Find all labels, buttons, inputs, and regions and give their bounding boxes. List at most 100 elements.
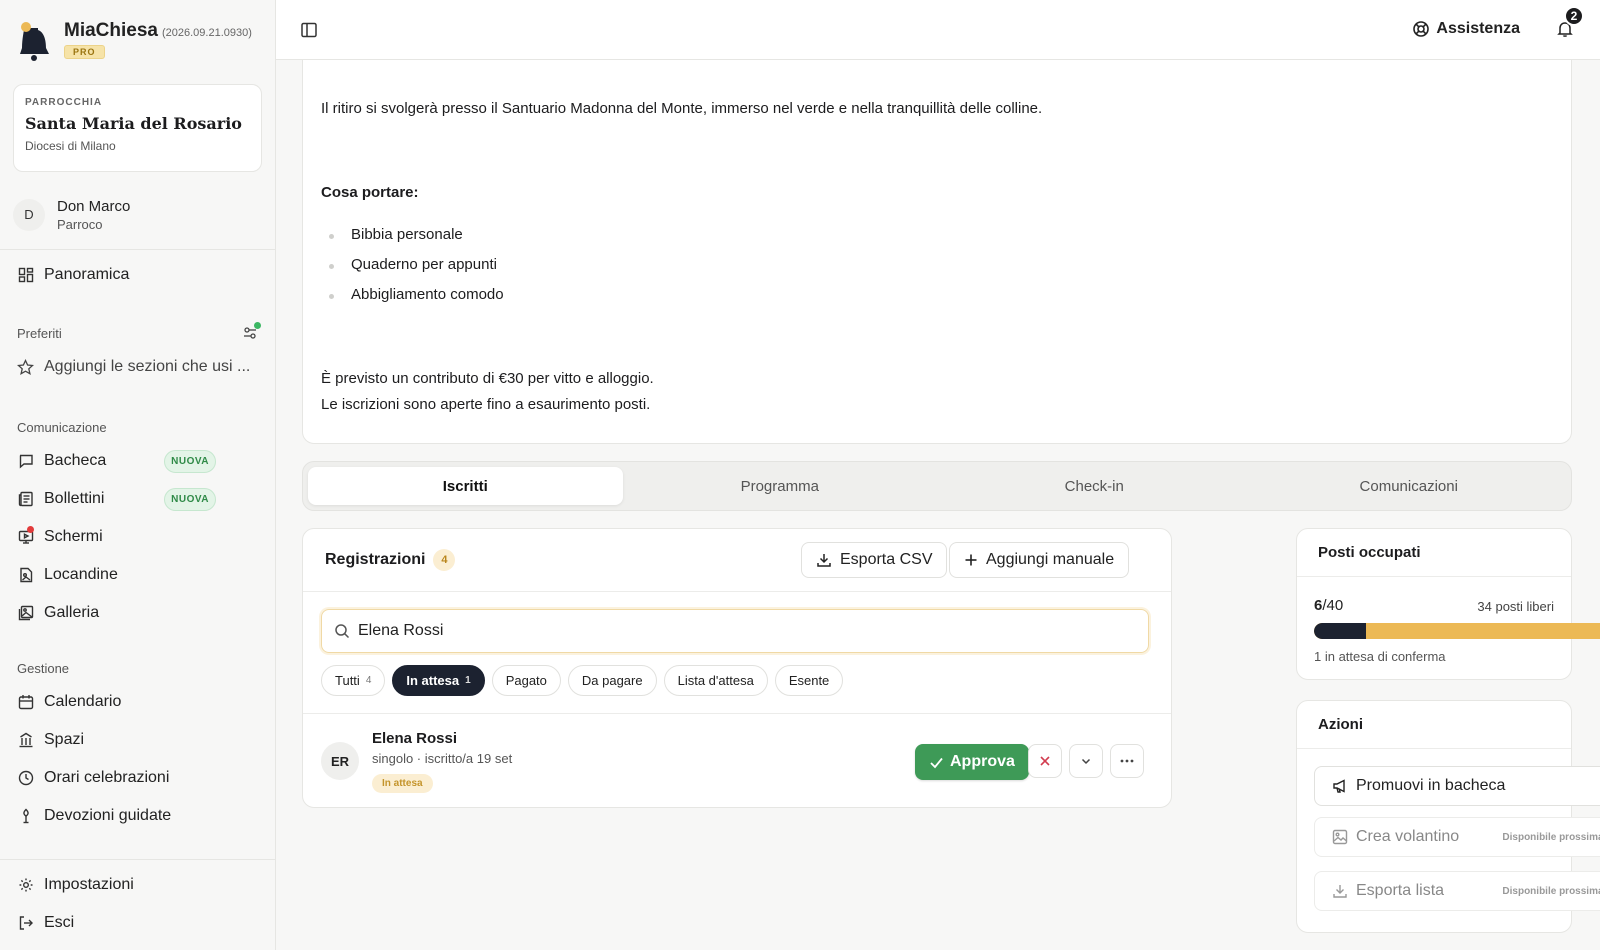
gallery-icon <box>17 605 34 622</box>
brand-version: (2026.09.21.0930) <box>161 27 252 39</box>
check-icon <box>929 755 944 770</box>
export-list-label: Esporta lista <box>1356 882 1445 899</box>
filter-count: 1 <box>465 675 471 686</box>
download-icon <box>816 552 832 568</box>
favorites-hint[interactable]: Aggiungi le sezioni che usi ... <box>0 348 275 386</box>
filter-esente[interactable]: Esente <box>774 665 844 696</box>
nav-overview[interactable]: Panoramica <box>0 256 275 294</box>
nav-galleria[interactable]: Galleria <box>0 594 275 632</box>
filter-in-attesa[interactable]: In attesa 1 <box>392 665 485 696</box>
nav-spazi[interactable]: Spazi <box>0 721 275 759</box>
user-profile[interactable]: D Don Marco Parroco <box>0 172 275 250</box>
nav-orari[interactable]: Orari celebrazioni <box>0 759 275 797</box>
nav-settings-label: Impostazioni <box>44 876 134 893</box>
nav-bacheca[interactable]: Bacheca NUOVA <box>0 442 275 480</box>
list-item: Bibbia personale <box>329 226 463 243</box>
seats-title: Posti occupati <box>1297 529 1571 577</box>
nav-devozioni[interactable]: Devozioni guidate <box>0 797 275 835</box>
image-icon <box>1332 829 1348 845</box>
notifications-count: 2 <box>1564 6 1584 26</box>
bring-title: Cosa portare: <box>321 184 419 201</box>
nav-settings[interactable]: Impostazioni <box>0 866 275 904</box>
nav-logout[interactable]: Esci <box>0 904 275 942</box>
status-badge: In attesa <box>372 774 433 793</box>
registrant-meta: singolo · iscritto/a 19 set <box>372 751 513 766</box>
seats-free: 34 posti liberi <box>1477 599 1554 614</box>
registrations-title: Registrazioni <box>325 551 426 568</box>
seats-progress-bar <box>1314 623 1600 639</box>
tab-programma[interactable]: Programma <box>623 467 938 505</box>
reject-button[interactable] <box>1028 744 1062 778</box>
gear-icon <box>17 877 34 894</box>
status-filters: Tutti 4 In attesa 1 Pagato Da pagare Lista… <box>321 665 850 696</box>
tab-comunicazioni[interactable]: Comunicazioni <box>1252 467 1567 505</box>
add-manual-button[interactable]: Aggiungi manuale <box>949 542 1130 578</box>
sidebar-footer: Impostazioni Esci <box>0 859 275 950</box>
more-options-button[interactable] <box>1110 744 1144 778</box>
notifications-button[interactable]: 2 <box>1556 6 1584 42</box>
registrations-header: Registrazioni 4 Esporta CSV Aggiungi man… <box>303 529 1171 592</box>
search-field[interactable] <box>321 609 1149 653</box>
nav-orari-label: Orari celebrazioni <box>44 769 170 786</box>
export-list-button[interactable]: Esporta lista Disponibile prossimamente <box>1314 871 1600 911</box>
nav-devozioni-label: Devozioni guidate <box>44 807 172 824</box>
create-flyer-button[interactable]: Crea volantino Disponibile prossimamente <box>1314 817 1600 857</box>
filter-pagato[interactable]: Pagato <box>491 665 561 696</box>
filter-lista-attesa[interactable]: Lista d'attesa <box>663 665 768 696</box>
toggle-sidebar-icon[interactable] <box>300 21 318 39</box>
clock-icon <box>17 770 34 787</box>
nav-locandine[interactable]: Locandine <box>0 556 275 594</box>
search-input[interactable] <box>358 622 1118 640</box>
seats-total: /40 <box>1322 597 1344 614</box>
more-horizontal-icon <box>1120 759 1134 763</box>
management-label: Gestione <box>17 660 70 676</box>
main-content: Assistenza 2 Il ritiro si svolgerà press… <box>276 0 1600 950</box>
parish-name: Santa Maria del Rosario <box>25 114 242 133</box>
chevron-down-icon <box>1080 755 1092 767</box>
filter-label: Lista d'attesa <box>677 673 754 688</box>
approve-button[interactable]: Approva <box>915 744 1029 780</box>
table-row[interactable]: ER Elena Rossi singolo · iscritto/a 19 s… <box>303 713 1171 808</box>
building-icon <box>17 732 34 749</box>
close-icon <box>1039 755 1051 767</box>
seats-pending: 1 in attesa di conferma <box>1314 649 1446 664</box>
candle-icon <box>17 808 34 825</box>
parish-card[interactable]: PARROCCHIA Santa Maria del Rosario Dioce… <box>13 84 262 172</box>
filter-label: Pagato <box>505 673 547 688</box>
favorites-label: Preferiti <box>17 325 62 341</box>
avatar: ER <box>321 742 359 780</box>
nav-logout-label: Esci <box>44 914 75 931</box>
customize-favorites-icon[interactable] <box>242 322 261 341</box>
promote-button[interactable]: Promuovi in bacheca <box>1314 766 1600 806</box>
filter-label: Esente <box>788 673 830 688</box>
help-label: Assistenza <box>1436 20 1520 37</box>
sidebar: MiaChiesa (2026.09.21.0930) PRO PARROCCHI… <box>0 0 276 950</box>
export-csv-button[interactable]: Esporta CSV <box>801 542 948 578</box>
description-registrations-note: Le iscrizioni sono aperte fino a esaurim… <box>321 396 651 413</box>
nav-calendario[interactable]: Calendario <box>0 683 275 721</box>
help-button[interactable]: Assistenza <box>1412 20 1520 38</box>
seats-progress-fill <box>1314 623 1366 639</box>
brand[interactable]: MiaChiesa (2026.09.21.0930) PRO <box>0 0 275 82</box>
create-flyer-label: Crea volantino <box>1356 828 1460 845</box>
coming-soon-label: Disponibile prossimamente <box>1502 885 1600 897</box>
expand-button[interactable] <box>1069 744 1103 778</box>
registrations-count: 4 <box>433 549 456 571</box>
add-manual-label: Aggiungi manuale <box>986 551 1115 568</box>
seats-card: Posti occupati 6/40 34 posti liberi 1 in… <box>1296 528 1600 680</box>
filter-count: 4 <box>365 675 372 686</box>
filter-da-pagare[interactable]: Da pagare <box>567 665 657 696</box>
filter-label: In attesa <box>406 673 460 688</box>
actions-title: Azioni <box>1297 701 1571 749</box>
nav-bollettini[interactable]: Bollettini NUOVA <box>0 480 275 518</box>
registrations-card: Registrazioni 4 Esporta CSV Aggiungi man… <box>302 528 1172 808</box>
avatar: D <box>13 198 45 231</box>
filter-label: Tutti <box>335 673 360 688</box>
nav-schermi[interactable]: Schermi <box>0 518 275 556</box>
logout-icon <box>17 915 34 932</box>
filter-tutti[interactable]: Tutti 4 <box>321 665 386 696</box>
tab-check-in[interactable]: Check-in <box>937 467 1252 505</box>
tab-iscritti[interactable]: Iscritti <box>308 467 623 505</box>
parish-label: PARROCCHIA <box>25 97 103 108</box>
event-tabs: Iscritti Programma Check-in Comunicazion… <box>302 461 1572 511</box>
